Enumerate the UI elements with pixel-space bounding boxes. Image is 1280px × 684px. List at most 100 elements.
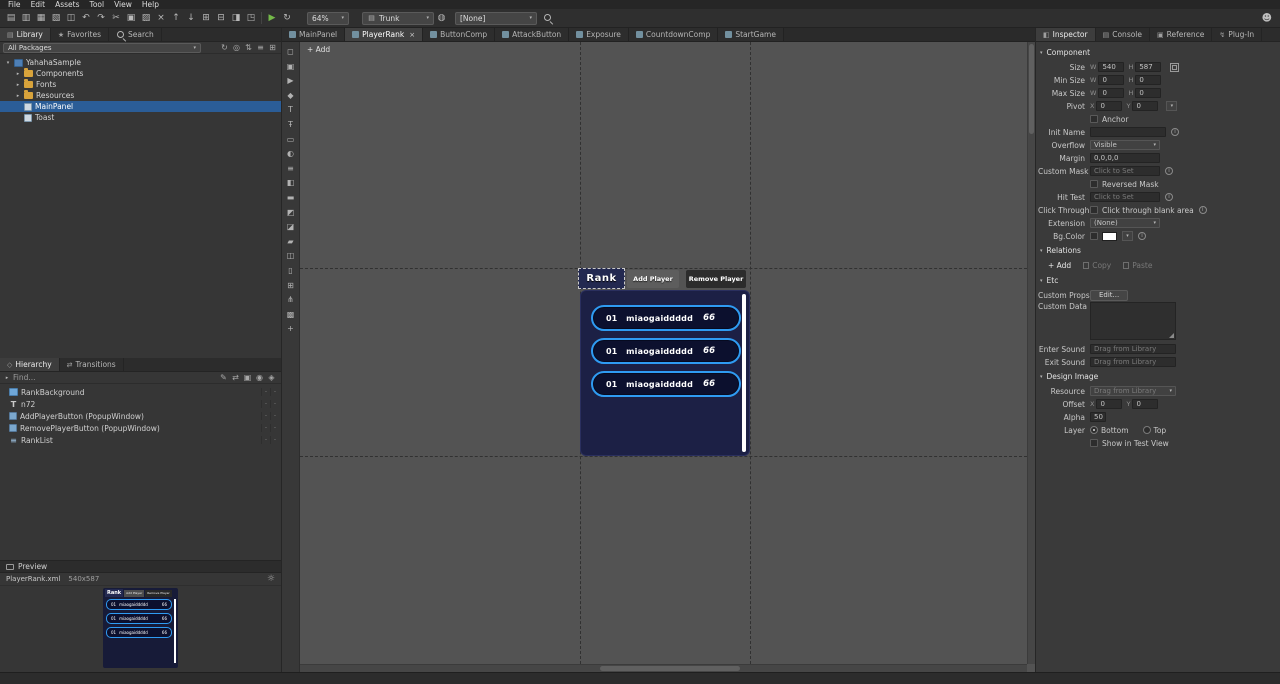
visibility-toggle[interactable] xyxy=(261,412,270,420)
component-tool-icon[interactable]: ◧ xyxy=(285,177,297,188)
edit-custom-props-button[interactable]: Edit... xyxy=(1090,290,1128,301)
tab-reference[interactable]: ▣Reference xyxy=(1150,28,1212,41)
project-settings-icon[interactable]: ◫ xyxy=(64,11,78,25)
scrollbar-tool-icon[interactable]: ▯ xyxy=(285,265,297,276)
pivot-x-input[interactable]: 0 xyxy=(1096,101,1122,111)
min-width-input[interactable]: 0 xyxy=(1098,75,1124,85)
offset-x-input[interactable]: 0 xyxy=(1096,399,1122,409)
locate-icon[interactable]: ◎ xyxy=(231,42,242,53)
richtext-tool-icon[interactable]: Ŧ xyxy=(285,119,297,130)
overflow-select[interactable]: Visible xyxy=(1090,140,1160,150)
resize-link-icon[interactable] xyxy=(1170,63,1179,72)
filter-arrow-icon[interactable] xyxy=(4,375,10,381)
tab-playerrank[interactable]: PlayerRank xyxy=(345,28,423,41)
color-swatch[interactable] xyxy=(1102,232,1117,241)
tab-console[interactable]: ▤Console xyxy=(1096,28,1150,41)
menu-file[interactable]: File xyxy=(3,0,26,9)
visibility-toggle[interactable] xyxy=(261,436,270,444)
lock-toggle[interactable] xyxy=(270,400,279,408)
expand-arrow-icon[interactable] xyxy=(5,60,11,66)
play-icon[interactable]: ▶ xyxy=(265,13,279,23)
zoom-dropdown[interactable]: 64% xyxy=(307,12,349,25)
scrollbar-thumb[interactable] xyxy=(1029,44,1034,134)
visibility-icon[interactable]: ◉ xyxy=(254,372,265,383)
progressbar-tool-icon[interactable]: ▰ xyxy=(285,236,297,247)
loader-tool-icon[interactable]: ◐ xyxy=(285,148,297,159)
library-item-yahahasample[interactable]: YahahaSample xyxy=(0,57,281,68)
stage-add-player-button[interactable]: Add Player xyxy=(627,270,679,288)
visibility-toggle[interactable] xyxy=(261,400,270,408)
image-tool-icon[interactable]: ▣ xyxy=(285,61,297,72)
add-component-button[interactable]: + Add xyxy=(307,45,330,54)
hierarchy-item-removeplayerbutton[interactable]: RemovePlayerButton (PopupWindow) xyxy=(0,422,281,434)
inputtext-tool-icon[interactable]: ▭ xyxy=(285,134,297,145)
hierarchy-item-rankbackground[interactable]: RankBackground xyxy=(0,386,281,398)
info-icon[interactable] xyxy=(1165,167,1173,175)
gear-icon[interactable]: ☼ xyxy=(267,574,275,584)
max-width-input[interactable]: 0 xyxy=(1098,88,1124,98)
menu-tool[interactable]: Tool xyxy=(85,0,110,9)
expand-arrow-icon[interactable] xyxy=(15,93,21,99)
label-tool-icon[interactable]: ◪ xyxy=(285,221,297,232)
list-scrollbar[interactable] xyxy=(742,294,746,452)
copy-icon[interactable]: ▣ xyxy=(124,11,138,25)
menu-help[interactable]: Help xyxy=(137,0,164,9)
edit-icon[interactable]: ✎ xyxy=(218,372,229,383)
scrollbar-thumb[interactable] xyxy=(600,666,740,671)
target-dropdown[interactable]: [None] xyxy=(455,12,537,25)
hierarchy-item-addplayerbutton[interactable]: AddPlayerButton (PopupWindow) xyxy=(0,410,281,422)
canvas-horizontal-scrollbar[interactable] xyxy=(300,664,1027,672)
layer-top-radio[interactable]: Top xyxy=(1143,426,1167,435)
tree-tool-icon[interactable]: ⋔ xyxy=(285,294,297,305)
stage-rank-entry[interactable]: 01 miaogaiddddd 66 xyxy=(591,338,741,364)
stage-rank-background[interactable]: 01 miaogaiddddd 66 01 miaogaiddddd 66 01… xyxy=(580,290,750,456)
grid-view-icon[interactable]: ⊞ xyxy=(267,42,278,53)
undo-icon[interactable]: ↶ xyxy=(79,11,93,25)
margin-input[interactable]: 0,0,0,0 xyxy=(1090,153,1160,163)
tab-exposure[interactable]: Exposure xyxy=(569,28,629,41)
publish-icon[interactable]: ◳ xyxy=(244,11,258,25)
size-width-input[interactable]: 540 xyxy=(1098,62,1124,72)
info-icon[interactable] xyxy=(1171,128,1179,136)
pivot-y-input[interactable]: 0 xyxy=(1132,101,1158,111)
combobox-tool-icon[interactable]: ◩ xyxy=(285,207,297,218)
menu-assets[interactable]: Assets xyxy=(50,0,84,9)
size-height-input[interactable]: 587 xyxy=(1135,62,1161,72)
resource-field[interactable]: Drag from Library xyxy=(1090,386,1176,396)
search-icon[interactable] xyxy=(543,13,554,24)
library-item-resources[interactable]: Resources xyxy=(0,90,281,101)
pivot-preset-dropdown[interactable] xyxy=(1166,101,1177,111)
account-icon[interactable]: ☻ xyxy=(1262,13,1272,24)
group-tool-icon[interactable]: ⊞ xyxy=(285,280,297,291)
link-icon[interactable]: ⇄ xyxy=(230,372,241,383)
info-icon[interactable] xyxy=(1199,206,1207,214)
slider-tool-icon[interactable]: ◫ xyxy=(285,250,297,261)
menu-edit[interactable]: Edit xyxy=(26,0,51,9)
lock-toggle[interactable] xyxy=(270,436,279,444)
group-icon[interactable]: ⊞ xyxy=(199,11,213,25)
copy-relations-button[interactable]: Copy xyxy=(1083,261,1111,270)
expand-arrow-icon[interactable] xyxy=(15,71,21,77)
click-through-checkbox[interactable] xyxy=(1090,206,1098,214)
move-up-icon[interactable]: ↑ xyxy=(169,11,183,25)
stage-rank-entry[interactable]: 01 miaogaiddddd 66 xyxy=(591,305,741,331)
library-item-components[interactable]: Components xyxy=(0,68,281,79)
exit-sound-field[interactable]: Drag from Library xyxy=(1090,357,1176,367)
duplicate-icon[interactable]: ▣ xyxy=(242,372,253,383)
delete-icon[interactable]: × xyxy=(154,11,168,25)
canvas-vertical-scrollbar[interactable] xyxy=(1027,42,1035,664)
branch-dropdown[interactable]: ▤Trunk xyxy=(362,12,434,25)
stage-canvas[interactable]: + Add Rank Add Player Remove Player 01 m… xyxy=(300,42,1035,672)
packages-dropdown[interactable]: All Packages xyxy=(3,43,201,53)
tab-mainpanel[interactable]: MainPanel xyxy=(282,28,345,41)
tab-favorites[interactable]: ★Favorites xyxy=(51,28,109,41)
open-project-icon[interactable]: ▥ xyxy=(19,11,33,25)
tab-countdowncomp[interactable]: CountdownComp xyxy=(629,28,718,41)
ungroup-icon[interactable]: ⊟ xyxy=(214,11,228,25)
stage-remove-player-button[interactable]: Remove Player xyxy=(686,270,746,288)
info-icon[interactable] xyxy=(1165,193,1173,201)
movieclip-tool-icon[interactable]: ▶ xyxy=(285,75,297,86)
cut-icon[interactable]: ✂ xyxy=(109,11,123,25)
extension-select[interactable]: (None) xyxy=(1090,218,1160,228)
section-etc[interactable]: Etc xyxy=(1040,274,1276,287)
